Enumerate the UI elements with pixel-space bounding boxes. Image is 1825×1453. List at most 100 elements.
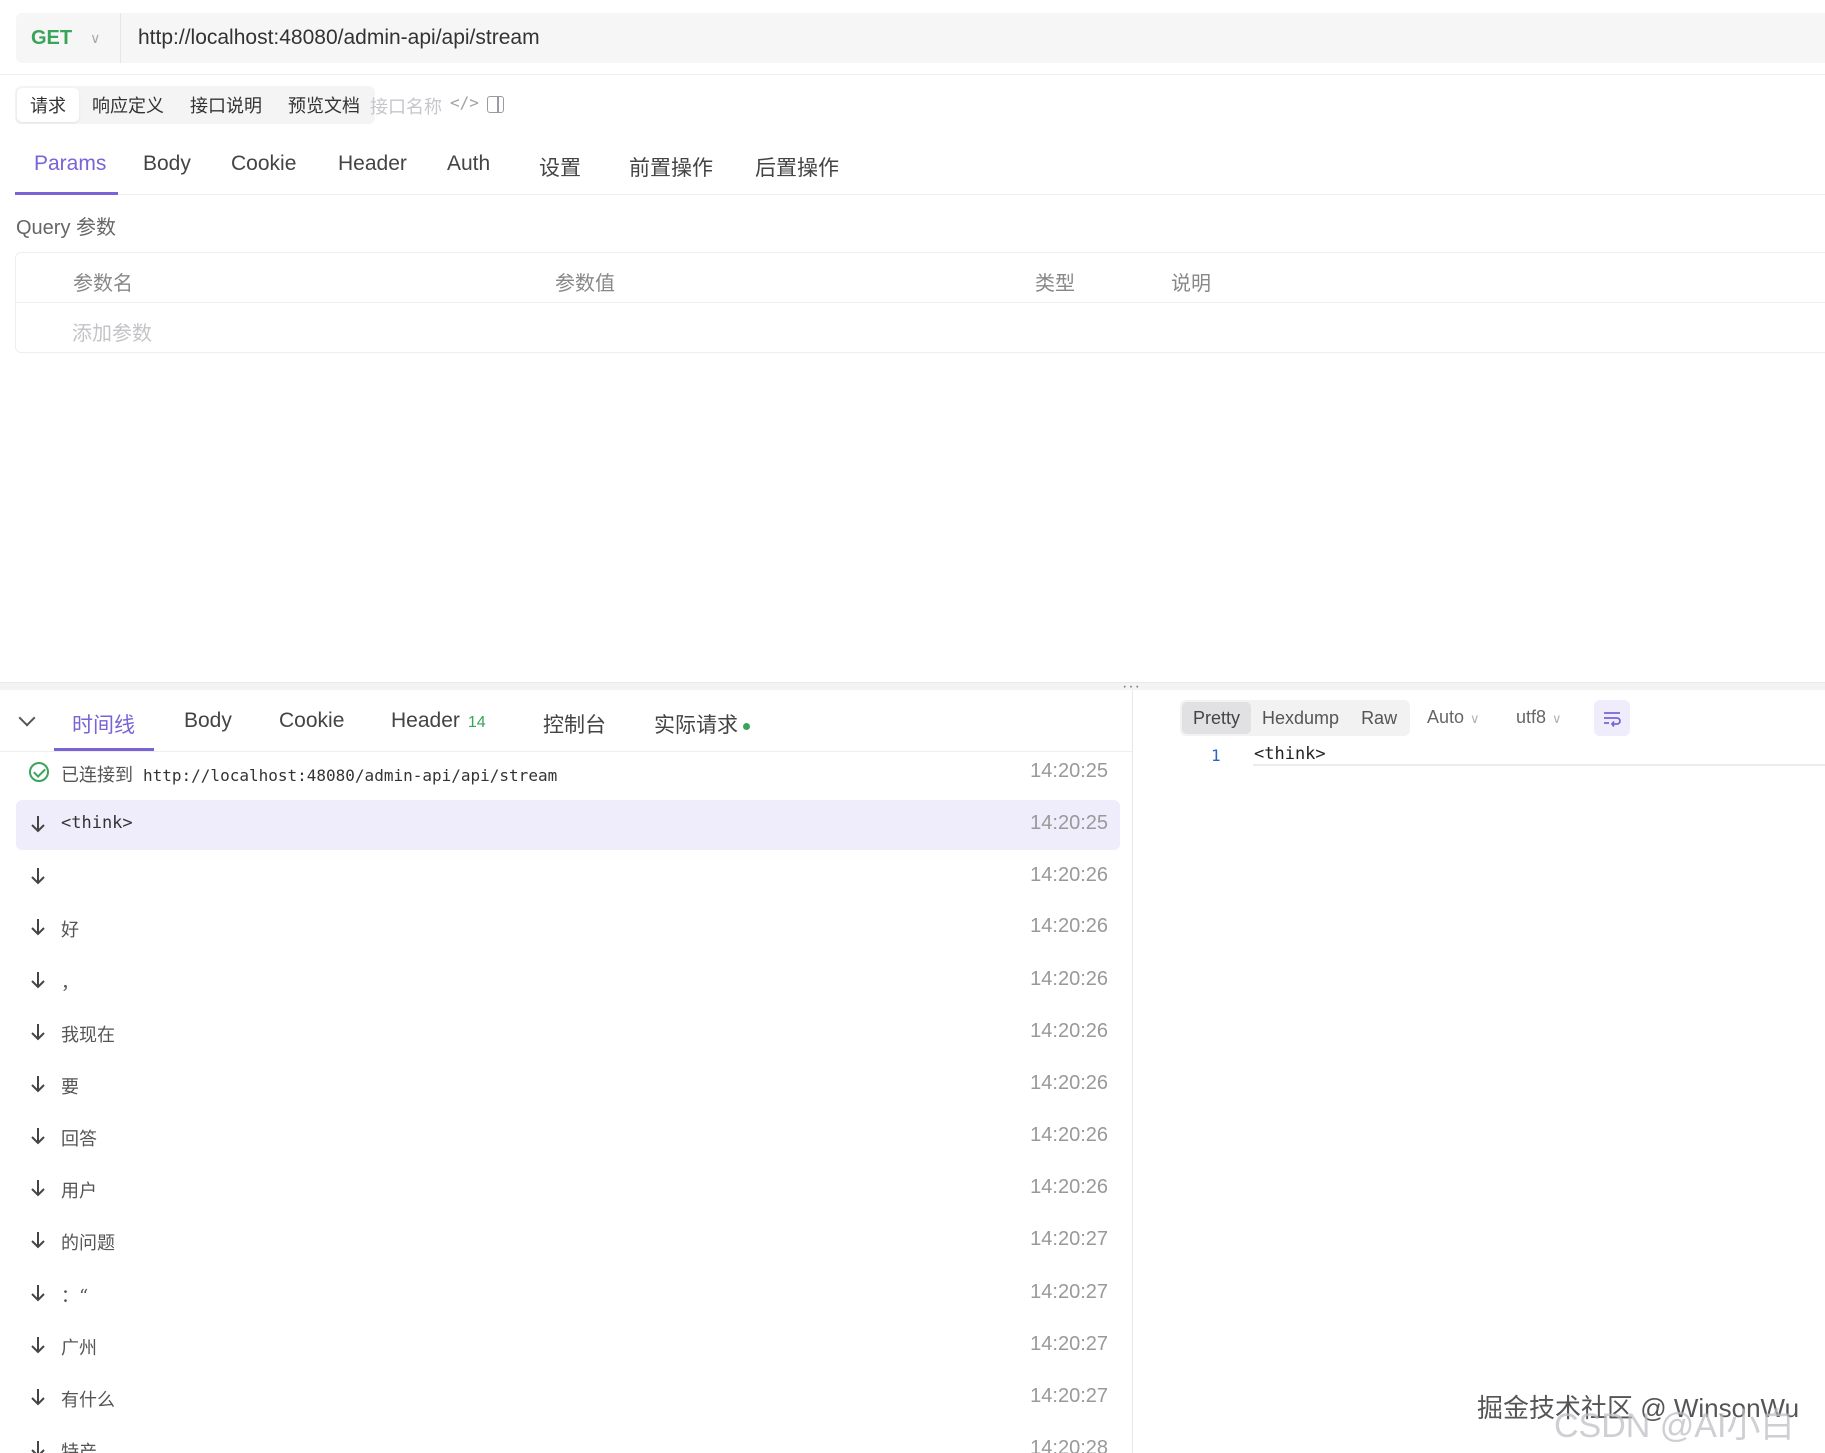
arrow-down-icon bbox=[31, 1337, 45, 1354]
panel-icon[interactable] bbox=[487, 96, 504, 113]
url-input[interactable]: http://localhost:48080/admin-api/api/str… bbox=[121, 26, 540, 50]
format-hexdump[interactable]: Hexdump bbox=[1251, 702, 1350, 734]
timestamp: 14:20:26 bbox=[1030, 864, 1108, 886]
seg-api-description[interactable]: 接口说明 bbox=[177, 88, 275, 122]
tab-console[interactable]: 控制台 bbox=[543, 709, 606, 739]
arrow-down-icon bbox=[31, 1024, 45, 1041]
tab-response-cookie[interactable]: Cookie bbox=[279, 709, 344, 733]
timestamp: 14:20:25 bbox=[1030, 812, 1108, 834]
tab-response-header-label: Header bbox=[391, 709, 460, 732]
request-tabs: Params Body Cookie Header Auth 设置 前置操作 后… bbox=[15, 140, 1825, 195]
method-label: GET bbox=[31, 26, 73, 49]
message-text: 好 bbox=[61, 920, 79, 941]
timestamp: 14:20:26 bbox=[1030, 1020, 1108, 1042]
timestamp: 14:20:25 bbox=[1030, 760, 1108, 782]
tab-response-header[interactable]: Header 14 bbox=[391, 709, 486, 733]
code-icon[interactable]: </> bbox=[450, 93, 479, 112]
add-param-input[interactable]: 添加参数 bbox=[72, 317, 152, 346]
tab-actual-request-label: 实际请求 bbox=[654, 714, 738, 737]
tab-pre-operations[interactable]: 前置操作 bbox=[629, 152, 713, 182]
encoding-dropdown[interactable]: utf8 ∨ bbox=[1516, 707, 1562, 728]
message-text: 回答 bbox=[61, 1129, 97, 1150]
arrow-down-icon bbox=[31, 868, 45, 885]
col-description: 说明 bbox=[1171, 273, 1211, 295]
method-select[interactable]: GET ∨ bbox=[16, 13, 121, 63]
timestamp: 14:20:26 bbox=[1030, 1176, 1108, 1198]
timeline-row[interactable]: 已连接到 http://localhost:48080/admin-api/api… bbox=[16, 748, 1120, 798]
tab-auth[interactable]: Auth bbox=[447, 152, 490, 176]
timeline-row[interactable]: 14:20:26 bbox=[16, 852, 1120, 902]
timestamp: 14:20:27 bbox=[1030, 1228, 1108, 1250]
arrow-down-icon bbox=[31, 1076, 45, 1093]
tab-post-operations[interactable]: 后置操作 bbox=[755, 152, 839, 182]
timeline-row[interactable]: 要 14:20:26 bbox=[16, 1060, 1120, 1110]
connected-url: http://localhost:48080/admin-api/api/str… bbox=[143, 766, 558, 785]
query-params-table: 参数名 参数值 类型 说明 添加参数 bbox=[15, 252, 1825, 353]
tab-header[interactable]: Header bbox=[338, 152, 407, 176]
watermark-csdn: CSDN @AI小白熊 bbox=[1554, 1407, 1795, 1445]
timeline-row[interactable]: 有什么 14:20:27 bbox=[16, 1373, 1120, 1423]
format-pretty[interactable]: Pretty bbox=[1182, 702, 1252, 734]
chevron-down-icon: ∨ bbox=[1470, 711, 1480, 726]
format-switch: Pretty Hexdump Raw bbox=[1180, 700, 1411, 736]
format-raw[interactable]: Raw bbox=[1350, 702, 1408, 734]
line-number: 1 bbox=[1211, 746, 1221, 765]
timeline-row[interactable]: 的问题 14:20:27 bbox=[16, 1216, 1120, 1266]
check-circle-icon bbox=[29, 762, 49, 782]
timeline-row[interactable]: 广州 14:20:27 bbox=[16, 1321, 1120, 1371]
timeline-row[interactable]: <think> 14:20:25 bbox=[16, 800, 1120, 850]
message-text: ：“ bbox=[61, 1286, 89, 1307]
connected-prefix: 已连接到 bbox=[61, 765, 133, 786]
wrap-icon bbox=[1604, 712, 1621, 728]
timestamp: 14:20:27 bbox=[1030, 1333, 1108, 1355]
api-name-input[interactable]: 接口名称 bbox=[370, 93, 442, 119]
code-content: <think> bbox=[1254, 744, 1326, 764]
col-param-name: 参数名 bbox=[73, 273, 133, 295]
vertical-divider[interactable] bbox=[1132, 690, 1133, 1453]
tab-response-body[interactable]: Body bbox=[184, 709, 232, 733]
word-wrap-button[interactable] bbox=[1594, 700, 1630, 736]
timeline-row[interactable]: 好 14:20:26 bbox=[16, 903, 1120, 953]
timestamp: 14:20:26 bbox=[1030, 915, 1108, 937]
tab-cookie[interactable]: Cookie bbox=[231, 152, 296, 176]
timeline-row[interactable]: 特产 14:20:28 bbox=[16, 1425, 1120, 1453]
timeline-row[interactable]: 回答 14:20:26 bbox=[16, 1112, 1120, 1162]
tab-body[interactable]: Body bbox=[143, 152, 191, 176]
message-text: <think> bbox=[61, 813, 133, 833]
message-text: 我现在 bbox=[61, 1025, 115, 1046]
tab-params[interactable]: Params bbox=[34, 152, 106, 176]
tab-timeline[interactable]: 时间线 bbox=[72, 709, 135, 739]
timeline-row[interactable]: 我现在 14:20:26 bbox=[16, 1008, 1120, 1058]
timestamp: 14:20:27 bbox=[1030, 1281, 1108, 1303]
timeline-text: 已连接到 http://localhost:48080/admin-api/api… bbox=[61, 761, 557, 787]
message-text: 用户 bbox=[61, 1181, 97, 1202]
arrow-down-icon bbox=[31, 919, 45, 936]
message-text: 有什么 bbox=[61, 1390, 115, 1411]
tab-settings[interactable]: 设置 bbox=[539, 152, 581, 182]
timeline-row[interactable]: ， 14:20:26 bbox=[16, 956, 1120, 1006]
message-text: ， bbox=[61, 973, 79, 994]
divider bbox=[0, 74, 1825, 75]
response-tabs: 时间线 Body Cookie Header 14 控制台 实际请求 bbox=[0, 690, 1132, 752]
seg-request[interactable]: 请求 bbox=[17, 88, 79, 122]
header-count-badge: 14 bbox=[467, 714, 486, 731]
timestamp: 14:20:27 bbox=[1030, 1385, 1108, 1407]
tab-actual-request[interactable]: 实际请求 bbox=[654, 709, 750, 739]
seg-preview-docs[interactable]: 预览文档 bbox=[275, 88, 373, 122]
timestamp: 14:20:28 bbox=[1030, 1437, 1108, 1453]
seg-response-definition[interactable]: 响应定义 bbox=[79, 88, 177, 122]
mode-label: Auto bbox=[1427, 707, 1465, 727]
timeline-row[interactable]: ：“ 14:20:27 bbox=[16, 1269, 1120, 1319]
arrow-down-icon bbox=[31, 1232, 45, 1249]
message-text: 特产 bbox=[61, 1442, 97, 1453]
encoding-label: utf8 bbox=[1516, 707, 1547, 727]
col-type: 类型 bbox=[1035, 273, 1075, 295]
arrow-down-icon bbox=[31, 1389, 45, 1406]
timeline-row[interactable]: 用户 14:20:26 bbox=[16, 1164, 1120, 1214]
arrow-down-icon bbox=[31, 1128, 45, 1145]
mode-dropdown[interactable]: Auto ∨ bbox=[1427, 707, 1480, 728]
arrow-down-icon bbox=[31, 1285, 45, 1302]
status-dot bbox=[743, 722, 750, 730]
chevron-down-icon: ∨ bbox=[90, 29, 101, 46]
panel-splitter[interactable] bbox=[0, 682, 1825, 690]
